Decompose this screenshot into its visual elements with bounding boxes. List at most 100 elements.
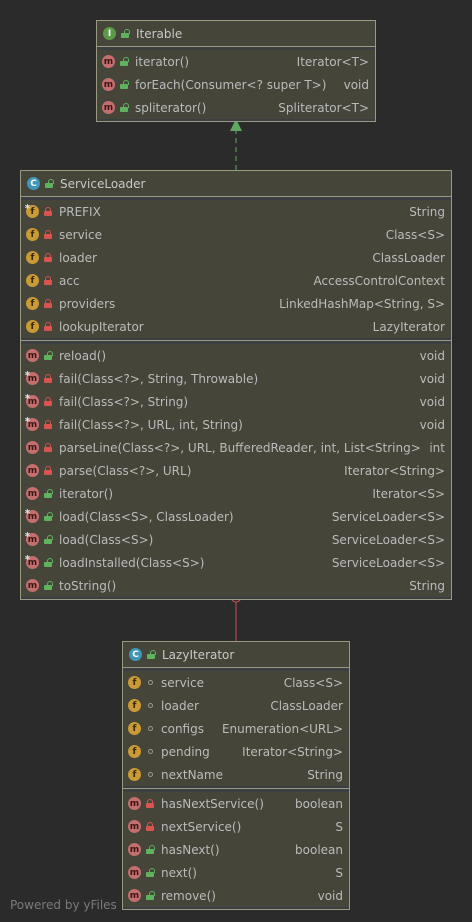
- methods-section: m hasNextService() boolean m nextService() Sm…: [123, 788, 349, 909]
- member-type: void: [419, 348, 445, 363]
- member-name: configs: [161, 721, 204, 736]
- class-header[interactable]: C ServiceLoader: [21, 171, 451, 197]
- member-name: parseLine(Class<?>, URL, BufferedReader,…: [59, 440, 422, 455]
- method-row[interactable]: m hasNext() boolean: [123, 838, 349, 861]
- member-type: void: [419, 417, 445, 432]
- field-row[interactable]: f loader ClassLoader: [21, 246, 451, 269]
- method-row[interactable]: m toString() String: [21, 574, 451, 597]
- class-header[interactable]: C LazyIterator: [123, 642, 349, 668]
- member-type: Spliterator<T>: [278, 100, 369, 115]
- method-row[interactable]: m hasNextService() boolean: [123, 792, 349, 815]
- private-visibility-icon: [43, 396, 53, 407]
- class-lazyiterator[interactable]: C LazyIterator f service Class<S> f loader Clas…: [122, 641, 350, 910]
- static-marker: ∗: [24, 202, 31, 211]
- member-name: iterator(): [59, 486, 114, 501]
- field-row[interactable]: f nextName String: [123, 763, 349, 786]
- method-row[interactable]: m forEach(Consumer<? super T>) void: [97, 73, 375, 96]
- method-row[interactable]: m iterator() Iterator<S>: [21, 482, 451, 505]
- private-visibility-icon: [145, 821, 155, 832]
- method-row[interactable]: m ∗ fail(Class<?>, String, Throwable) void: [21, 367, 451, 390]
- private-visibility-icon: [43, 373, 53, 384]
- member-name: spliterator(): [135, 100, 207, 115]
- method-row[interactable]: m nextService() S: [123, 815, 349, 838]
- field-icon: f: [26, 228, 39, 241]
- member-name: providers: [59, 296, 116, 311]
- private-visibility-icon: [43, 465, 53, 476]
- method-icon: m: [26, 579, 39, 592]
- method-row[interactable]: m ∗ loadInstalled(Class<S>) ServiceLoader<S…: [21, 551, 451, 574]
- package-visibility-icon: [145, 677, 155, 688]
- method-icon: m: [128, 866, 141, 879]
- field-icon: f: [128, 768, 141, 781]
- member-type: AccessControlContext: [313, 273, 445, 288]
- member-type: void: [317, 888, 343, 903]
- package-visibility-icon: [145, 700, 155, 711]
- method-icon: m: [26, 441, 39, 454]
- class-serviceloader[interactable]: C ServiceLoader f ∗ PREFIX String f service Clas…: [20, 170, 452, 600]
- public-visibility-icon: [146, 649, 156, 660]
- method-icon: m: [26, 487, 39, 500]
- field-row[interactable]: f lookupIterator LazyIterator: [21, 315, 451, 338]
- class-iterable[interactable]: I Iterable m iterator() Iterator<T> m forEach(…: [96, 20, 376, 122]
- field-row[interactable]: f service Class<S>: [123, 671, 349, 694]
- method-icon: m ∗: [24, 369, 39, 385]
- member-name: reload(): [59, 348, 107, 363]
- method-row[interactable]: m ∗ fail(Class<?>, URL, int, String) void: [21, 413, 451, 436]
- field-row[interactable]: f ∗ PREFIX String: [21, 200, 451, 223]
- public-visibility-icon: [145, 844, 155, 855]
- method-row[interactable]: m parseLine(Class<?>, URL, BufferedReader…: [21, 436, 451, 459]
- member-name: remove(): [161, 888, 216, 903]
- static-marker: ∗: [24, 415, 31, 424]
- class-name: LazyIterator: [162, 647, 235, 662]
- class-icon: C: [27, 177, 40, 190]
- method-row[interactable]: m parse(Class<?>, URL) Iterator<String>: [21, 459, 451, 482]
- method-row[interactable]: m ∗ fail(Class<?>, String) void: [21, 390, 451, 413]
- field-row[interactable]: f service Class<S>: [21, 223, 451, 246]
- member-name: next(): [161, 865, 197, 880]
- method-icon: m: [128, 889, 141, 902]
- fields-section: f service Class<S> f loader ClassLoader f confi…: [123, 668, 349, 788]
- field-row[interactable]: f providers LinkedHashMap<String, S>: [21, 292, 451, 315]
- field-icon: f: [128, 745, 141, 758]
- private-visibility-icon: [43, 321, 53, 332]
- field-icon: f: [26, 297, 39, 310]
- member-type: Enumeration<URL>: [221, 721, 343, 736]
- member-name: hasNext(): [161, 842, 220, 857]
- member-type: ClassLoader: [372, 250, 445, 265]
- method-row[interactable]: m ∗ load(Class<S>, ClassLoader) ServiceLoad…: [21, 505, 451, 528]
- method-row[interactable]: m iterator() Iterator<T>: [97, 50, 375, 73]
- member-name: hasNextService(): [161, 796, 264, 811]
- field-icon: f ∗: [24, 202, 39, 218]
- method-icon: m: [128, 797, 141, 810]
- public-visibility-icon: [119, 56, 129, 67]
- class-header[interactable]: I Iterable: [97, 21, 375, 47]
- public-visibility-icon: [145, 890, 155, 901]
- method-icon: m: [102, 55, 115, 68]
- public-visibility-icon: [43, 488, 53, 499]
- interface-icon: I: [103, 27, 116, 40]
- private-visibility-icon: [43, 206, 53, 217]
- static-marker: ∗: [24, 369, 31, 378]
- public-visibility-icon: [43, 511, 53, 522]
- field-row[interactable]: f acc AccessControlContext: [21, 269, 451, 292]
- method-row[interactable]: m spliterator() Spliterator<T>: [97, 96, 375, 119]
- field-row[interactable]: f configs Enumeration<URL>: [123, 717, 349, 740]
- method-row[interactable]: m remove() void: [123, 884, 349, 907]
- member-type: boolean: [295, 842, 343, 857]
- method-row[interactable]: m reload() void: [21, 344, 451, 367]
- method-icon: m ∗: [24, 392, 39, 408]
- private-visibility-icon: [43, 229, 53, 240]
- private-visibility-icon: [145, 798, 155, 809]
- method-icon: m ∗: [24, 530, 39, 546]
- member-name: service: [59, 227, 102, 242]
- member-name: load(Class<S>, ClassLoader): [59, 509, 234, 524]
- member-name: lookupIterator: [59, 319, 144, 334]
- field-row[interactable]: f pending Iterator<String>: [123, 740, 349, 763]
- method-icon: m: [26, 349, 39, 362]
- method-row[interactable]: m next() S: [123, 861, 349, 884]
- field-row[interactable]: f loader ClassLoader: [123, 694, 349, 717]
- powered-by-footer: Powered by yFiles: [10, 898, 117, 912]
- method-row[interactable]: m ∗ load(Class<S>) ServiceLoader<S>: [21, 528, 451, 551]
- member-name: parse(Class<?>, URL): [59, 463, 192, 478]
- method-icon: m: [128, 820, 141, 833]
